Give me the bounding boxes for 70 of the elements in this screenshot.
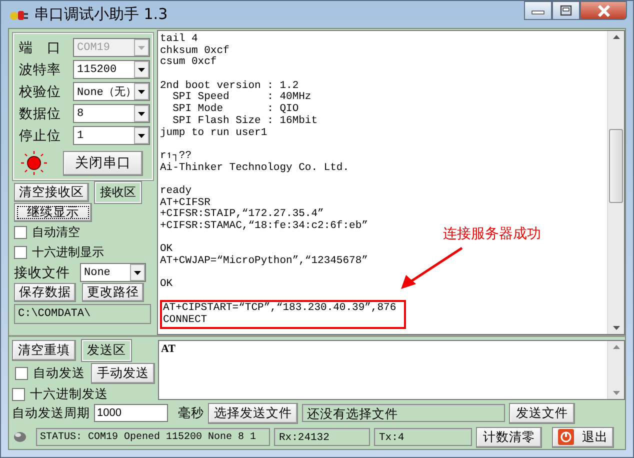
setting-label: 数据位 bbox=[19, 104, 62, 122]
send-area-label: 发送区 bbox=[82, 340, 131, 361]
log-line: Ai-Thinker Technology Co. Ltd. bbox=[160, 162, 350, 174]
dropdown[interactable]: 115200 bbox=[73, 60, 150, 79]
log-line: OK bbox=[160, 279, 174, 292]
save-data-button[interactable]: 保存数据 bbox=[14, 283, 76, 302]
log-line: CONNECT bbox=[163, 314, 208, 326]
file-status-field: 还没有选择文件 bbox=[302, 404, 505, 422]
log-line: ready bbox=[160, 186, 193, 198]
maximize-icon bbox=[559, 4, 573, 16]
setting-label: 校验位 bbox=[19, 82, 62, 100]
log-line: OK bbox=[160, 244, 173, 256]
checkbox-label: 十六进制显示 bbox=[32, 244, 104, 261]
log-line: 2nd boot version : 1.2 bbox=[160, 80, 300, 92]
annotation-text: 连接服务器成功 bbox=[443, 225, 541, 243]
maximize-button[interactable] bbox=[552, 1, 580, 20]
rx-counter: Rx:24132 bbox=[274, 428, 370, 446]
clear-receive-button[interactable]: 清空接收区 bbox=[14, 183, 89, 202]
minimize-button[interactable] bbox=[524, 1, 552, 20]
dropdown[interactable]: 1 bbox=[73, 126, 150, 145]
close-port-button[interactable]: 关闭串口 bbox=[63, 150, 143, 176]
checkbox-label: 自动发送 bbox=[33, 365, 85, 382]
send-file-button[interactable]: 发送文件 bbox=[509, 402, 575, 424]
ms-label: 毫秒 bbox=[178, 404, 204, 422]
checkbox-label: 十六进制发送 bbox=[30, 386, 108, 403]
log-line: +CIFSR:STAIP,“172.27.35.4” bbox=[160, 209, 324, 220]
setting-label: 波特率 bbox=[19, 60, 62, 78]
dropdown[interactable]: None bbox=[80, 263, 146, 282]
window-title: 串口调试小助手 1.3 bbox=[34, 5, 168, 24]
checkbox[interactable] bbox=[14, 246, 27, 259]
checkbox[interactable] bbox=[14, 226, 27, 239]
choose-file-button[interactable]: 选择发送文件 bbox=[208, 402, 298, 424]
receive-area-label: 接收区 bbox=[95, 182, 141, 203]
scroll-thumb[interactable] bbox=[609, 129, 623, 203]
close-button[interactable] bbox=[580, 1, 627, 20]
checkbox[interactable] bbox=[15, 367, 28, 380]
log-line: tail 4 bbox=[160, 34, 199, 45]
receive-file-label: 接收文件 bbox=[14, 264, 70, 282]
scrollbar[interactable] bbox=[607, 341, 624, 399]
tx-counter: Tx:4 bbox=[374, 428, 472, 446]
log-line: r↿┐?? bbox=[160, 150, 193, 162]
scrollbar[interactable] bbox=[607, 31, 624, 334]
period-label: 自动发送周期 bbox=[12, 404, 90, 422]
reset-count-button[interactable]: 计数清零 bbox=[476, 426, 542, 448]
dropdown[interactable]: 8 bbox=[73, 104, 150, 123]
power-icon bbox=[558, 429, 574, 445]
path-field: C:\COMDATA\ bbox=[14, 304, 151, 324]
status-field: STATUS: COM19 Opened 115200 None 8 1 bbox=[36, 428, 270, 446]
setting-label: 停止位 bbox=[19, 126, 62, 144]
log-line: AT+CIPSTART=“TCP”,“183.230.40.39”,876 bbox=[163, 302, 398, 314]
checkbox[interactable] bbox=[12, 388, 25, 401]
setting-label: 端 口 bbox=[19, 38, 62, 56]
log-line: csum 0xcf bbox=[160, 57, 218, 70]
checkbox-label: 自动清空 bbox=[32, 224, 80, 241]
log-line: chksum 0xcf bbox=[160, 46, 230, 57]
exit-button[interactable]: 退出 bbox=[552, 426, 614, 448]
log-line: SPI Flash Size : 16Mbit bbox=[172, 116, 319, 127]
log-line: SPI Speed : 40MHz bbox=[172, 92, 312, 104]
period-input[interactable]: 1000 bbox=[94, 404, 168, 422]
manual-send-button[interactable]: 手动发送 bbox=[91, 363, 155, 384]
close-icon bbox=[596, 4, 610, 16]
change-path-button[interactable]: 更改路径 bbox=[82, 283, 144, 302]
log-line: AT+CWJAP=“MicroPython”,“12345678” bbox=[160, 256, 369, 268]
send-text-area[interactable]: AT bbox=[158, 340, 625, 400]
log-line: jump to run user1 bbox=[160, 128, 268, 140]
log-line: AT+CIFSR bbox=[160, 198, 210, 209]
clear-send-button[interactable]: 清空重填 bbox=[12, 340, 76, 361]
log-line: SPI Mode : QIO bbox=[172, 104, 299, 116]
dropdown[interactable]: None（无） bbox=[73, 82, 150, 101]
status-icon bbox=[12, 430, 28, 444]
